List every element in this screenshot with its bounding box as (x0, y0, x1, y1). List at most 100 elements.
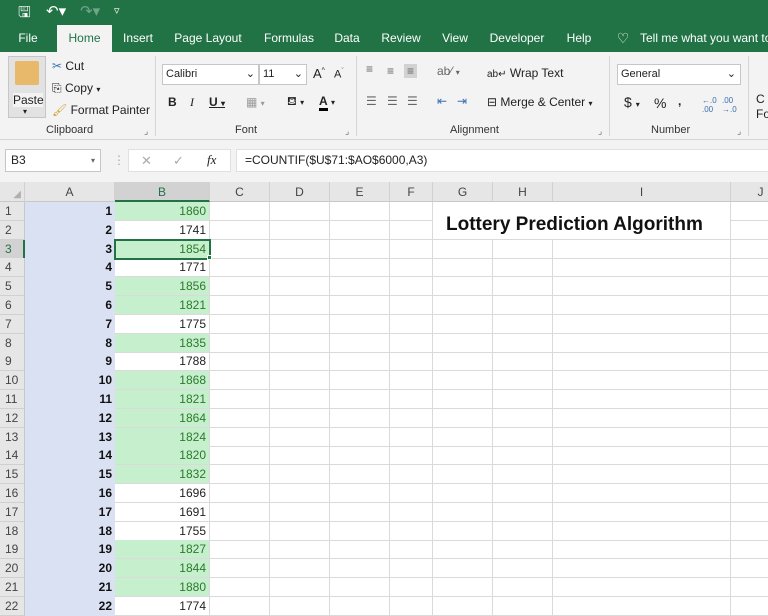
cell-a[interactable]: 17 (25, 502, 115, 522)
cell-b[interactable]: 1864 (115, 408, 210, 428)
empty-cell[interactable] (270, 502, 330, 522)
orientation-button[interactable]: ab⁄ ▾ (437, 64, 460, 78)
tell-me-search[interactable]: Tell me what you want to (640, 25, 768, 52)
cell-b[interactable]: 1820 (115, 446, 210, 466)
empty-cell[interactable] (553, 540, 731, 560)
empty-cell[interactable] (390, 220, 433, 240)
empty-cell[interactable] (731, 503, 768, 522)
empty-cell[interactable] (270, 277, 330, 297)
empty-cell[interactable] (330, 446, 390, 466)
save-icon[interactable]: 🖫 (18, 2, 31, 27)
empty-cell[interactable] (210, 390, 270, 409)
empty-cell[interactable] (270, 521, 330, 541)
row-header[interactable]: 15 (0, 465, 25, 485)
bottom-align-button[interactable]: ≡ (404, 64, 418, 78)
row-header[interactable]: 14 (0, 446, 25, 466)
empty-cell[interactable] (210, 220, 270, 240)
empty-cell[interactable] (330, 408, 390, 428)
cell-b[interactable]: 1868 (115, 371, 210, 391)
empty-cell[interactable] (390, 314, 433, 334)
row-header[interactable]: 22 (0, 596, 25, 616)
empty-cell[interactable] (270, 202, 330, 221)
empty-cell[interactable] (270, 296, 330, 315)
column-header-h[interactable]: H (493, 182, 553, 202)
cell-a[interactable]: 10 (25, 371, 115, 391)
increase-decimal-button[interactable]: ←.0.00 (702, 96, 717, 114)
cell-b[interactable]: 1774 (115, 596, 210, 616)
cell-a[interactable]: 20 (25, 559, 115, 579)
font-color-button[interactable]: A ▾ (319, 94, 335, 111)
empty-cell[interactable] (433, 540, 493, 560)
empty-cell[interactable] (553, 578, 731, 597)
empty-cell[interactable] (433, 521, 493, 541)
empty-cell[interactable] (433, 333, 493, 353)
empty-cell[interactable] (210, 296, 270, 315)
row-header[interactable]: 3 (0, 239, 25, 259)
row-header[interactable]: 5 (0, 277, 25, 297)
column-header-j[interactable]: J (731, 182, 768, 202)
empty-cell[interactable] (210, 446, 270, 466)
empty-cell[interactable] (330, 465, 390, 485)
comma-button[interactable]: , (678, 94, 681, 108)
cell-b[interactable]: 1827 (115, 540, 210, 560)
empty-cell[interactable] (210, 258, 270, 278)
empty-cell[interactable] (731, 371, 768, 391)
empty-cell[interactable] (731, 484, 768, 503)
drag-handle-icon[interactable]: ⋮ (113, 153, 125, 167)
empty-cell[interactable] (210, 521, 270, 541)
empty-cell[interactable] (390, 296, 433, 315)
cell-a[interactable]: 13 (25, 427, 115, 447)
empty-cell[interactable] (330, 352, 390, 372)
empty-cell[interactable] (731, 390, 768, 409)
tab-insert[interactable]: Insert (116, 25, 160, 52)
row-header[interactable]: 17 (0, 502, 25, 522)
cell-a[interactable]: 4 (25, 258, 115, 278)
paste-button[interactable]: Paste ▾ (8, 56, 46, 118)
empty-cell[interactable] (210, 202, 270, 221)
empty-cell[interactable] (330, 502, 390, 522)
empty-cell[interactable] (553, 296, 731, 315)
row-header[interactable]: 16 (0, 484, 25, 503)
cell-a[interactable]: 9 (25, 352, 115, 372)
empty-cell[interactable] (553, 390, 731, 409)
empty-cell[interactable] (390, 258, 433, 278)
empty-cell[interactable] (553, 352, 731, 372)
empty-cell[interactable] (731, 258, 768, 278)
cell-b[interactable]: 1775 (115, 314, 210, 334)
empty-cell[interactable] (731, 334, 768, 353)
row-header[interactable]: 1 (0, 202, 25, 221)
empty-cell[interactable] (210, 277, 270, 297)
empty-cell[interactable] (210, 465, 270, 485)
tab-formulas[interactable]: Formulas (258, 25, 320, 52)
empty-cell[interactable] (553, 333, 731, 353)
cell-a[interactable]: 1 (25, 202, 115, 221)
empty-cell[interactable] (731, 296, 768, 315)
empty-cell[interactable] (731, 240, 768, 259)
empty-cell[interactable] (553, 258, 731, 278)
empty-cell[interactable] (433, 296, 493, 315)
row-header[interactable]: 2 (0, 220, 25, 240)
align-right-button[interactable]: ☰ (407, 94, 418, 108)
empty-cell[interactable] (270, 258, 330, 278)
tab-data[interactable]: Data (330, 25, 364, 52)
tab-developer[interactable]: Developer (486, 25, 548, 52)
cell-b[interactable]: 1788 (115, 352, 210, 372)
empty-cell[interactable] (493, 446, 553, 466)
empty-cell[interactable] (731, 559, 768, 579)
empty-cell[interactable] (493, 277, 553, 297)
tab-view[interactable]: View (438, 25, 472, 52)
empty-cell[interactable] (390, 408, 433, 428)
cell-b[interactable]: 1771 (115, 258, 210, 278)
row-header[interactable]: 7 (0, 314, 25, 334)
empty-cell[interactable] (390, 540, 433, 560)
cell-b[interactable]: 1880 (115, 578, 210, 597)
row-header[interactable]: 19 (0, 540, 25, 560)
tab-help[interactable]: Help (562, 25, 596, 52)
empty-cell[interactable] (731, 465, 768, 485)
empty-cell[interactable] (553, 427, 731, 447)
empty-cell[interactable] (433, 578, 493, 597)
cell-a[interactable]: 19 (25, 540, 115, 560)
column-header-g[interactable]: G (433, 182, 493, 202)
empty-cell[interactable] (330, 239, 390, 259)
empty-cell[interactable] (731, 409, 768, 428)
